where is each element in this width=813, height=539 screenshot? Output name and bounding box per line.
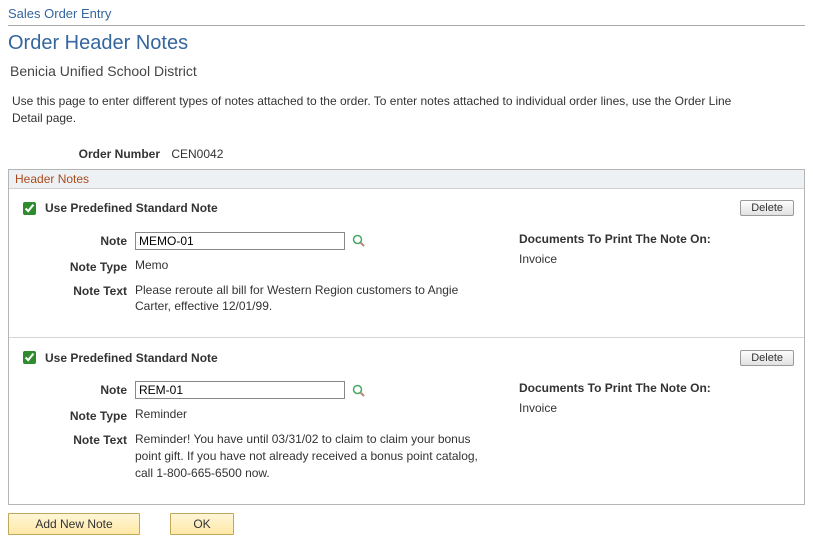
documents-value: Invoice — [519, 252, 794, 266]
documents-value: Invoice — [519, 401, 794, 415]
delete-button[interactable]: Delete — [740, 350, 794, 366]
use-predefined-label: Use Predefined Standard Note — [45, 201, 734, 215]
note-text-label: Note Text — [19, 282, 135, 298]
action-bar: Add New Note OK — [8, 513, 805, 535]
note-entry: Use Predefined Standard Note Delete Note… — [9, 189, 804, 338]
note-label: Note — [19, 381, 135, 397]
note-entry: Use Predefined Standard Note Delete Note… — [9, 338, 804, 503]
add-new-note-button[interactable]: Add New Note — [8, 513, 140, 535]
note-code-input[interactable] — [135, 381, 345, 399]
order-number-label: Order Number — [8, 147, 168, 161]
use-predefined-checkbox[interactable] — [23, 202, 36, 215]
header-notes-section: Header Notes Use Predefined Standard Not… — [8, 169, 805, 505]
subtitle: Benicia Unified School District — [10, 63, 805, 79]
order-number-value: CEN0042 — [171, 147, 223, 161]
ok-button[interactable]: OK — [170, 513, 234, 535]
note-text-label: Note Text — [19, 431, 135, 447]
use-predefined-label: Use Predefined Standard Note — [45, 351, 734, 365]
divider-top — [8, 25, 805, 26]
note-type-label: Note Type — [19, 258, 135, 274]
use-predefined-checkbox[interactable] — [23, 351, 36, 364]
section-header: Header Notes — [9, 170, 804, 189]
breadcrumb[interactable]: Sales Order Entry — [8, 4, 805, 25]
note-type-value: Memo — [135, 258, 519, 272]
delete-button[interactable]: Delete — [740, 200, 794, 216]
page-title: Order Header Notes — [8, 32, 805, 55]
note-label: Note — [19, 232, 135, 248]
note-text-value: Reminder! You have until 03/31/02 to cla… — [135, 431, 485, 481]
documents-title: Documents To Print The Note On: — [519, 232, 794, 246]
lookup-icon[interactable] — [352, 384, 366, 398]
lookup-icon[interactable] — [352, 234, 366, 248]
note-text-value: Please reroute all bill for Western Regi… — [135, 282, 485, 316]
note-code-input[interactable] — [135, 232, 345, 250]
order-number-row: Order Number CEN0042 — [8, 147, 805, 161]
documents-title: Documents To Print The Note On: — [519, 381, 794, 395]
note-type-label: Note Type — [19, 407, 135, 423]
instructions-text: Use this page to enter different types o… — [12, 93, 752, 127]
note-type-value: Reminder — [135, 407, 519, 421]
